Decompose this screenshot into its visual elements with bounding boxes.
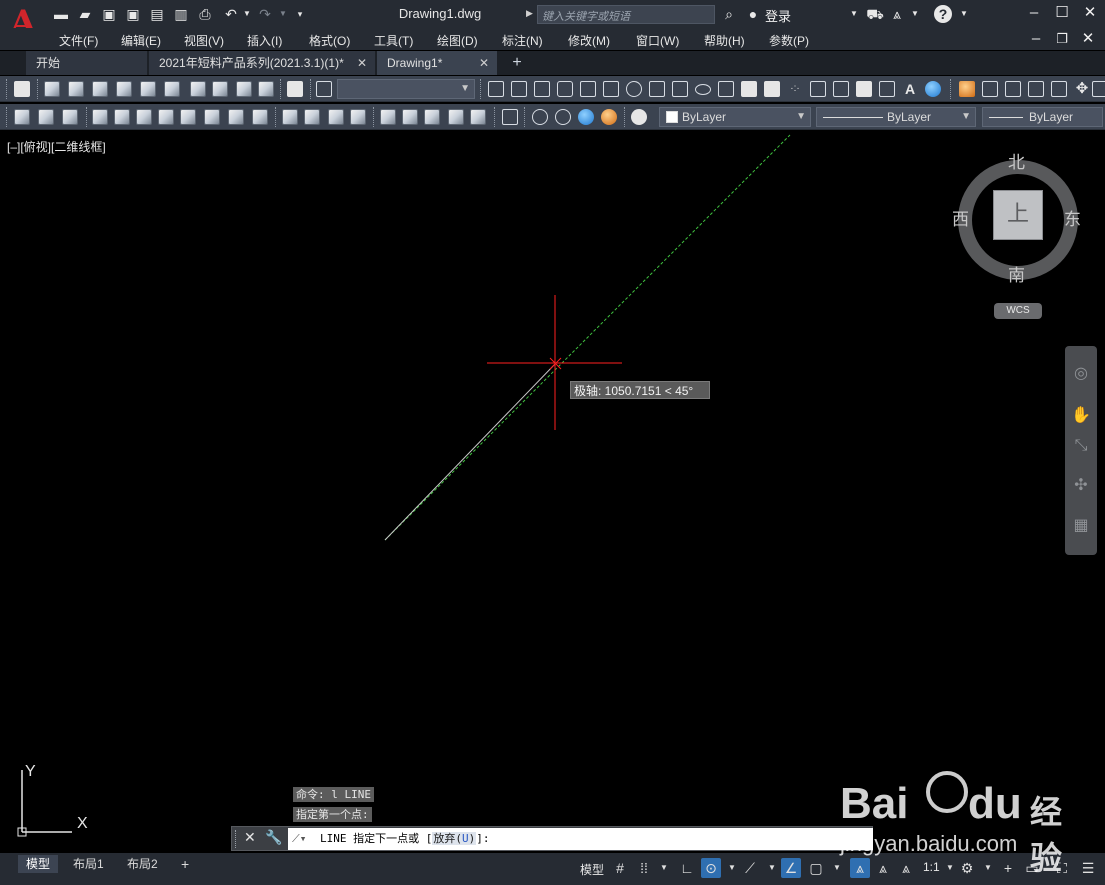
command-option-end: ) bbox=[468, 832, 476, 845]
polar-dropdown-icon[interactable]: ▼ bbox=[722, 858, 742, 878]
ucs-y-label: Y bbox=[25, 763, 36, 780]
steering-wheel-icon[interactable]: ◎ bbox=[1071, 364, 1091, 384]
baidu-watermark: Bai du 经验 jingyan.baidu.com bbox=[840, 765, 1090, 877]
polar-tracking-icon[interactable]: ⊙ bbox=[701, 858, 721, 878]
command-input[interactable]: ⟋▾ LINE 指定下一点或 [放弃(U)]: bbox=[288, 828, 873, 850]
command-history-line: 命令: l LINE bbox=[293, 787, 374, 802]
orbit-icon[interactable]: ✣ bbox=[1071, 476, 1091, 496]
wrench-icon[interactable]: 🔧 bbox=[265, 829, 282, 846]
recent-commands-icon[interactable]: ⟋▾ bbox=[292, 828, 306, 850]
paw-icon bbox=[926, 771, 968, 813]
snap-dropdown-icon[interactable]: ▼ bbox=[654, 858, 674, 878]
command-grip[interactable] bbox=[235, 830, 238, 848]
command-option[interactable]: 放弃(U) bbox=[432, 832, 477, 845]
watermark-cn: 经验 bbox=[1030, 793, 1063, 877]
compass-south[interactable]: 南 bbox=[1008, 261, 1025, 286]
polar-tracking-line bbox=[384, 134, 791, 541]
tab-model[interactable]: 模型 bbox=[18, 855, 59, 873]
viewcube[interactable]: 上 北 南 东 西 bbox=[952, 153, 1081, 286]
watermark-brand2: du bbox=[968, 779, 1022, 828]
object-snap-tracking-icon[interactable]: ∠ bbox=[781, 858, 801, 878]
tab-layout2[interactable]: 布局2 bbox=[119, 855, 166, 873]
model-space-toggle[interactable]: 模型 bbox=[580, 861, 604, 878]
pan-hand-icon[interactable]: ✋ bbox=[1071, 406, 1091, 426]
ortho-icon[interactable]: ∟ bbox=[677, 858, 697, 878]
add-layout-icon[interactable]: + bbox=[173, 855, 197, 873]
showmotion-icon[interactable]: ▦ bbox=[1071, 516, 1091, 536]
close-icon[interactable]: ✕ bbox=[244, 829, 256, 846]
ucs-icon: Y X bbox=[10, 760, 100, 840]
command-line: ✕ 🔧 ⟋▾ LINE 指定下一点或 [放弃(U)]: bbox=[231, 826, 873, 851]
command-prompt: LINE 指定下一点或 [ bbox=[320, 832, 433, 845]
isodraft-dropdown-icon[interactable]: ▼ bbox=[762, 858, 782, 878]
wcs-menu-button[interactable]: WCS bbox=[994, 303, 1042, 319]
navigation-bar: ◎ ✋ ⤡ ✣ ▦ bbox=[1065, 346, 1097, 555]
rubber-band-line bbox=[384, 362, 557, 541]
tab-layout1[interactable]: 布局1 bbox=[65, 855, 112, 873]
viewcube-top-face[interactable]: 上 bbox=[993, 190, 1043, 240]
watermark-brand: Bai bbox=[840, 779, 909, 828]
command-option-key: U bbox=[461, 832, 469, 845]
snap-icon[interactable]: ⁞⁞ bbox=[634, 858, 654, 878]
drawing-canvas bbox=[384, 134, 791, 541]
grid-icon[interactable]: # bbox=[610, 858, 630, 878]
polar-tooltip: 极轴: 1050.7151 < 45° bbox=[570, 381, 710, 399]
command-option-label: 放弃( bbox=[433, 832, 462, 845]
compass-east[interactable]: 东 bbox=[1064, 205, 1081, 230]
watermark-url: jingyan.baidu.com bbox=[840, 831, 1018, 856]
ucs-x-label: X bbox=[77, 815, 88, 832]
object-snap-icon[interactable]: ▢ bbox=[806, 858, 826, 878]
viewport-controls-label[interactable]: [–][俯视][二维线框] bbox=[7, 138, 106, 155]
command-history-line: 指定第一个点: bbox=[293, 807, 372, 822]
isodraft-icon[interactable]: ⟋ bbox=[740, 858, 760, 878]
zoom-extents-icon[interactable]: ⤡ bbox=[1071, 436, 1091, 456]
compass-north[interactable]: 北 bbox=[1008, 148, 1025, 173]
command-prompt-end: ]: bbox=[476, 832, 490, 845]
compass-west[interactable]: 西 bbox=[952, 205, 969, 230]
